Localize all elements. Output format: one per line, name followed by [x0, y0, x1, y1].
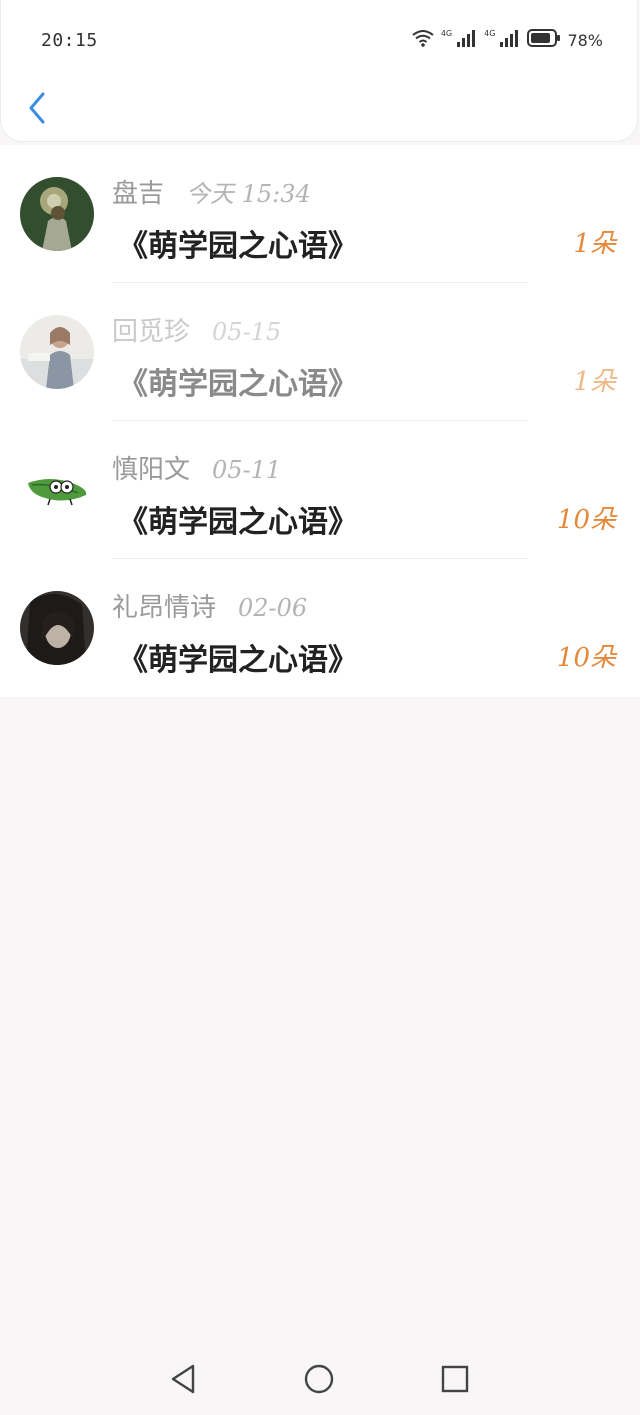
- wifi-icon: [411, 28, 435, 52]
- gift-record-list: 盘吉 今天 15:34 《萌学园之心语》 1朵 回觅珍 05-15 《萌学园之心…: [0, 145, 640, 697]
- list-item[interactable]: 回觅珍 05-15 《萌学园之心语》 1朵: [0, 283, 640, 421]
- back-triangle-icon: [168, 1363, 198, 1399]
- name-line: 礼昂情诗 02-06: [112, 587, 307, 624]
- gift-date: 05-15: [212, 318, 282, 346]
- book-title: 《萌学园之心语》: [118, 643, 358, 678]
- home-circle-icon: [303, 1363, 335, 1399]
- gift-amount: 10朵: [556, 505, 616, 535]
- system-nav-bar: [0, 1346, 640, 1415]
- top-header: 20:15 4G 4G 78%: [0, 0, 638, 142]
- back-button[interactable]: [19, 88, 55, 132]
- gift-amount: 1朵: [573, 367, 616, 397]
- sender-name: 礼昂情诗: [112, 593, 217, 623]
- signal-icon: [499, 28, 521, 52]
- list-item[interactable]: 礼昂情诗 02-06 《萌学园之心语》 10朵: [0, 559, 640, 697]
- sender-name: 慎阳文: [112, 455, 191, 485]
- list-item[interactable]: 盘吉 今天 15:34 《萌学园之心语》 1朵: [0, 145, 640, 283]
- name-line: 回觅珍 05-15: [112, 311, 281, 348]
- sender-name: 回觅珍: [112, 317, 191, 347]
- battery-percent: 78%: [567, 30, 603, 50]
- name-line: 慎阳文 05-11: [112, 449, 281, 486]
- gift-amount: 10朵: [556, 643, 616, 673]
- status-icons: 4G 4G 78%: [411, 28, 603, 52]
- name-line: 盘吉 今天 15:34: [112, 173, 311, 210]
- avatar[interactable]: [20, 591, 94, 665]
- book-title: 《萌学园之心语》: [118, 229, 358, 264]
- book-title: 《萌学园之心语》: [118, 505, 358, 540]
- chevron-left-icon: [27, 91, 47, 129]
- battery-icon: [527, 28, 561, 52]
- nav-recents-button[interactable]: [438, 1364, 472, 1398]
- network-type-2: 4G: [484, 28, 496, 38]
- gift-date: 02-06: [238, 594, 308, 622]
- network-type-1: 4G: [440, 28, 453, 38]
- list-item[interactable]: 慎阳文 05-11 《萌学园之心语》 10朵: [0, 421, 640, 559]
- book-title: 《萌学园之心语》: [118, 367, 358, 402]
- status-time: 20:15: [41, 30, 98, 51]
- avatar[interactable]: [20, 177, 94, 251]
- nav-back-button[interactable]: [166, 1364, 200, 1398]
- gift-date: 05-11: [212, 456, 282, 484]
- recents-square-icon: [440, 1364, 470, 1398]
- sender-name: 盘吉: [112, 179, 165, 209]
- gift-date: 今天 15:34: [186, 180, 311, 208]
- signal-icon: [456, 28, 478, 52]
- status-bar: 20:15 4G 4G 78%: [1, 22, 640, 58]
- avatar[interactable]: [20, 453, 94, 527]
- avatar[interactable]: [20, 315, 94, 389]
- nav-home-button[interactable]: [302, 1364, 336, 1398]
- gift-amount: 1朵: [573, 229, 616, 259]
